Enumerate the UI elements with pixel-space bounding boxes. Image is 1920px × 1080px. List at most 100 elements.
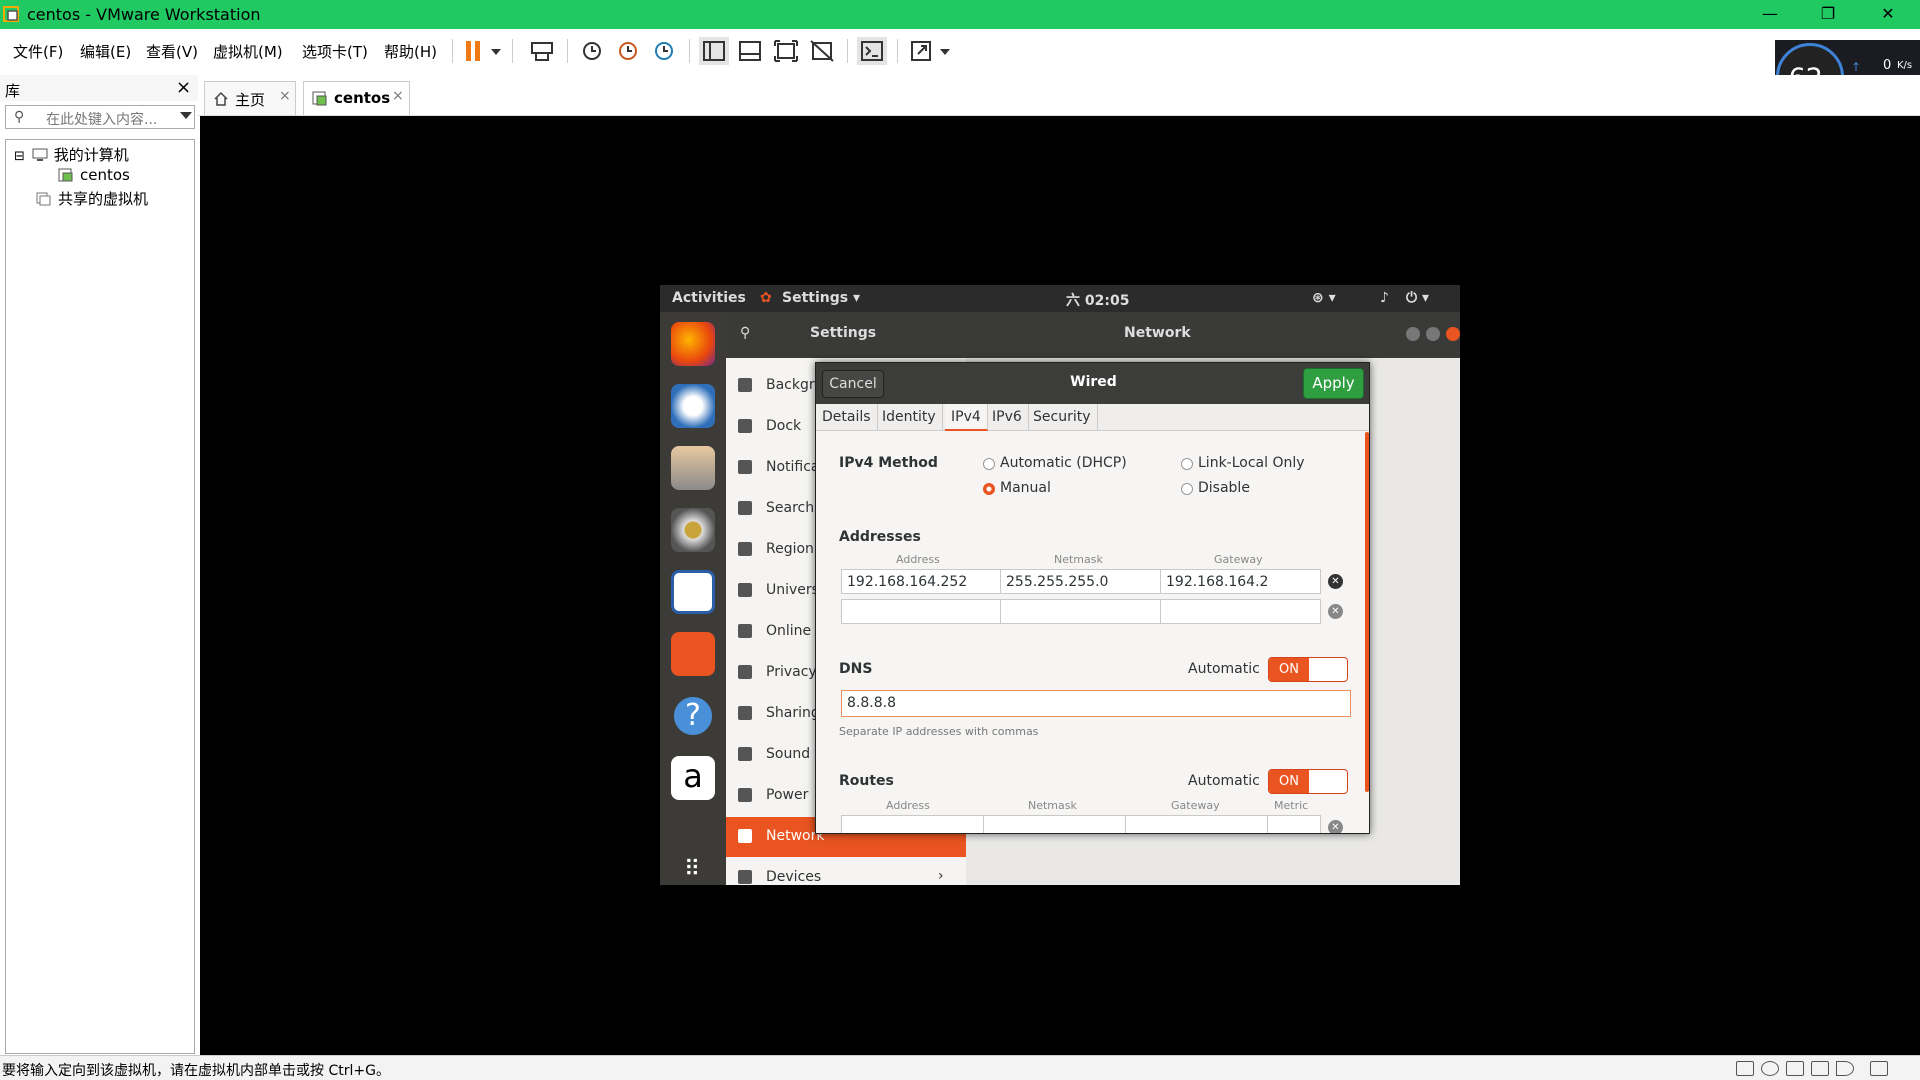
tab-details[interactable]: Details xyxy=(816,404,878,431)
app-menu[interactable]: Settings ▾ xyxy=(782,290,860,306)
activities-button[interactable]: Activities xyxy=(672,290,746,306)
show-applications-icon[interactable]: ⠿ xyxy=(671,848,715,885)
tab-ipv6[interactable]: IPv6 xyxy=(986,404,1029,431)
dns-automatic-toggle[interactable]: ON xyxy=(1268,657,1348,682)
radio-automatic-dhcp[interactable] xyxy=(983,458,995,470)
volume-icon[interactable]: ♪ xyxy=(1380,290,1389,306)
route-metric-input[interactable] xyxy=(1267,815,1321,833)
delete-address-icon[interactable]: ✕ xyxy=(1328,574,1343,589)
tab-ipv4[interactable]: IPv4 xyxy=(945,404,988,431)
message-log-icon[interactable] xyxy=(1870,1061,1888,1076)
routes-automatic-toggle[interactable]: ON xyxy=(1268,769,1348,794)
sound-card-icon[interactable] xyxy=(1836,1061,1854,1076)
power-icon[interactable]: ⏻ ▾ xyxy=(1406,290,1429,306)
radio-disable[interactable] xyxy=(1181,483,1193,495)
minimize-button[interactable]: — xyxy=(1750,3,1790,25)
tab-identity[interactable]: Identity xyxy=(876,404,943,431)
search-icon xyxy=(738,501,752,515)
vm-icon xyxy=(58,168,73,182)
firefox-icon[interactable] xyxy=(671,322,715,366)
tree-item-label: 共享的虚拟机 xyxy=(58,190,149,208)
computer-icon xyxy=(32,148,48,161)
accessibility-icon[interactable]: ⊛ ▾ xyxy=(1312,290,1336,306)
route-netmask-input[interactable] xyxy=(983,815,1126,833)
tab-security[interactable]: Security xyxy=(1027,404,1098,431)
sidebar-item-devices[interactable]: Devices › xyxy=(726,858,966,885)
shared-vm-icon xyxy=(36,192,51,206)
address-input[interactable]: 192.168.164.252 xyxy=(841,569,1001,594)
settings-gear-icon: ✿ xyxy=(760,290,772,306)
writer-icon[interactable] xyxy=(671,570,715,614)
full-screen-icon[interactable] xyxy=(771,37,801,65)
maximize-icon[interactable] xyxy=(1426,327,1440,341)
search-icon[interactable]: ⚲ xyxy=(740,325,750,341)
menu-vm[interactable]: 虚拟机(M) xyxy=(213,41,283,62)
delete-route-icon[interactable]: ✕ xyxy=(1328,820,1343,833)
route-gateway-input[interactable] xyxy=(1125,815,1268,833)
radio-manual[interactable] xyxy=(983,483,995,495)
clock[interactable]: 六 02:05 xyxy=(1066,290,1129,310)
stretch-icon[interactable] xyxy=(907,37,953,65)
sidebar-item-label: Search xyxy=(766,500,815,516)
library-title: 库 xyxy=(5,82,21,100)
route-address-input[interactable] xyxy=(841,815,984,833)
power-icon xyxy=(738,788,752,802)
dialog-scrollbar[interactable] xyxy=(1365,432,1369,792)
radio-link-local[interactable] xyxy=(1181,458,1193,470)
amazon-icon[interactable]: a xyxy=(671,756,715,800)
netmask-input[interactable]: 255.255.255.0 xyxy=(1000,569,1161,594)
thumbnail-view-icon[interactable] xyxy=(735,37,765,65)
menu-help[interactable]: 帮助(H) xyxy=(384,41,437,62)
tab-close-icon[interactable]: × xyxy=(279,88,291,104)
gateway-input[interactable]: 192.168.164.2 xyxy=(1160,569,1321,594)
terminal-icon[interactable] xyxy=(857,37,887,65)
netmask-input[interactable] xyxy=(1000,599,1161,624)
tab-home[interactable]: 主页 × xyxy=(204,81,296,115)
minimize-icon[interactable] xyxy=(1406,327,1420,341)
revert-snapshot-icon[interactable] xyxy=(613,37,643,65)
tab-close-icon[interactable]: × xyxy=(392,88,404,104)
menu-tabs[interactable]: 选项卡(T) xyxy=(302,41,368,62)
send-keys-icon[interactable] xyxy=(527,37,557,65)
settings-title: Settings xyxy=(810,325,877,341)
restore-button[interactable]: ❐ xyxy=(1808,3,1848,25)
delete-address-icon[interactable]: ✕ xyxy=(1328,604,1343,619)
tree-collapse-toggle[interactable]: ⊟ xyxy=(14,149,25,164)
close-button[interactable]: ✕ xyxy=(1868,3,1908,25)
hard-disk-icon[interactable] xyxy=(1736,1061,1754,1076)
printer-icon[interactable] xyxy=(1811,1061,1829,1076)
tree-item-centos[interactable]: centos xyxy=(58,166,130,186)
software-center-icon[interactable] xyxy=(671,632,715,676)
network-adapter-icon[interactable] xyxy=(1786,1061,1804,1076)
tree-item-my-computer[interactable]: ⊟ 我的计算机 xyxy=(14,144,129,164)
files-icon[interactable] xyxy=(671,446,715,490)
help-icon[interactable]: ? xyxy=(671,694,715,738)
gateway-input[interactable] xyxy=(1160,599,1321,624)
close-icon[interactable] xyxy=(1446,327,1460,341)
ipv4-method-label: IPv4 Method xyxy=(839,455,938,471)
unity-icon[interactable] xyxy=(807,37,837,65)
rhythmbox-icon[interactable] xyxy=(671,508,715,552)
apply-button[interactable]: Apply xyxy=(1303,368,1364,399)
sidebar-item-label: Privacy xyxy=(766,664,817,680)
menu-file[interactable]: 文件(F) xyxy=(13,41,63,62)
menu-view[interactable]: 查看(V) xyxy=(146,41,198,62)
snapshot-icon[interactable] xyxy=(577,37,607,65)
cd-dvd-icon[interactable] xyxy=(1761,1061,1779,1076)
pause-icon[interactable] xyxy=(462,37,504,65)
thunderbird-icon[interactable] xyxy=(671,384,715,428)
library-header: 库 × xyxy=(0,75,198,101)
chevron-down-icon[interactable] xyxy=(180,112,192,119)
library-close-button[interactable]: × xyxy=(176,77,191,98)
menu-edit[interactable]: 编辑(E) xyxy=(80,41,131,62)
dns-input[interactable]: 8.8.8.8 xyxy=(841,690,1351,717)
radio-label: Link-Local Only xyxy=(1198,455,1305,471)
address-input[interactable] xyxy=(841,599,1001,624)
tab-centos[interactable]: centos × xyxy=(303,81,410,115)
dns-hint: Separate IP addresses with commas xyxy=(839,725,1039,738)
snapshot-manager-icon[interactable] xyxy=(649,37,679,65)
console-view-icon[interactable] xyxy=(699,37,729,65)
library-search-input[interactable]: ⚲ 在此处键入内容... xyxy=(5,105,195,129)
tree-item-shared-vms[interactable]: 共享的虚拟机 xyxy=(36,188,148,208)
route-column-gateway: Gateway xyxy=(1171,799,1220,812)
